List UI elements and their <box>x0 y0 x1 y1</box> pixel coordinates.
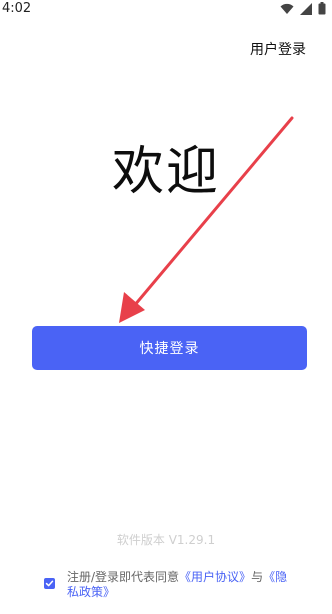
agreement-prefix: 注册/登录即代表同意 <box>67 570 180 584</box>
quick-login-button[interactable]: 快捷登录 <box>32 326 307 370</box>
agreement-text: 注册/登录即代表同意《用户协议》与《隐私政策》 <box>67 570 297 600</box>
cellular-signal-icon <box>300 2 312 15</box>
wifi-icon <box>280 3 294 15</box>
battery-icon <box>318 2 326 15</box>
checkmark-icon <box>45 580 54 587</box>
welcome-title: 欢迎 <box>111 142 220 202</box>
status-time: 4:02 <box>2 1 32 16</box>
agreement-conjunction: 与 <box>251 570 264 584</box>
annotation-arrow-icon <box>119 116 294 323</box>
agreement-checkbox[interactable] <box>44 578 55 589</box>
status-icons <box>280 2 326 15</box>
status-bar: 4:02 <box>0 0 332 20</box>
agreement-row: 注册/登录即代表同意《用户协议》与《隐私政策》 <box>44 570 314 600</box>
version-text: 软件版本 V1.29.1 <box>116 533 216 547</box>
user-agreement-link[interactable]: 《用户协议》 <box>179 570 251 584</box>
user-login-link[interactable]: 用户登录 <box>250 41 306 59</box>
login-screen: 4:02 用户登录 欢迎 快捷登录 软件版本 V1.29.1 注册/登录即代表同… <box>0 0 332 614</box>
